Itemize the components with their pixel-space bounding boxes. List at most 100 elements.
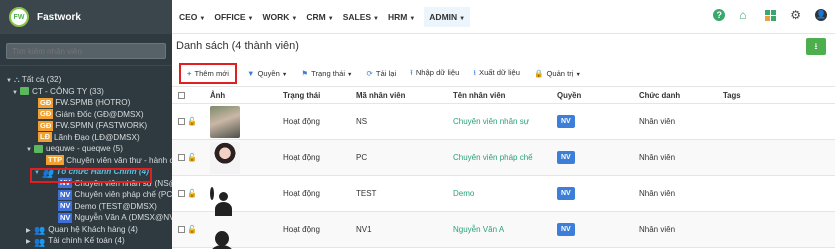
refresh-icon: ⟳ <box>366 68 373 78</box>
caret-down-icon: ▼ <box>327 15 334 22</box>
caret-down-icon: ▼ <box>281 71 288 78</box>
col-title: Chức danh <box>639 90 681 100</box>
title-cell: Nhân viên <box>639 117 676 126</box>
tree-node-tai-chinh-ke-toan[interactable]: ▶ 👥 Tài chính Kế toán (4) <box>0 235 172 247</box>
page-title: Danh sách (4 thành viên) <box>176 40 299 52</box>
row-checkbox[interactable] <box>178 154 185 161</box>
tree-node-nv-demo[interactable]: NV Demo (TEST@DMSX) <box>0 201 172 213</box>
nav-office[interactable]: OFFICE ▼ <box>214 12 253 22</box>
nav-ceo[interactable]: CEO ▼ <box>179 12 205 22</box>
col-tags: Tags <box>723 90 741 100</box>
table-row[interactable]: 🔓 Hoạt động NV1 Nguyễn Văn A NV Nhân viê… <box>172 212 835 248</box>
nav-right-icons: ? ⌂ ⚙ 👤 <box>713 9 827 21</box>
row-checkbox[interactable] <box>178 190 185 197</box>
tree-node-uequwe[interactable]: ▼ uequwe - queqwe (5) <box>0 143 172 155</box>
table-row[interactable]: 🔓 Hoạt động TEST Demo NV Nhân viên <box>172 176 835 212</box>
fastwork-logo-icon: FW <box>9 7 29 27</box>
tree-node-nv-pc[interactable]: NV Chuyên viên pháp chế (PC@ <box>0 189 172 201</box>
table-row[interactable]: 🔓 Hoạt động PC Chuyên viên pháp chế NV N… <box>172 140 835 176</box>
avatar <box>210 105 240 138</box>
role-badge: NV <box>557 223 575 236</box>
unlock-icon[interactable]: 🔓 <box>187 117 197 126</box>
nav-hrm[interactable]: HRM ▼ <box>388 12 415 22</box>
flag-icon: ⚑ <box>301 68 309 78</box>
brand[interactable]: FW Fastwork <box>0 0 172 34</box>
gear-icon[interactable]: ⚙ <box>790 9 801 21</box>
tree-node-fw-spmn[interactable]: GĐ FW.SPMN (FASTWORK) <box>0 120 172 132</box>
row-checkbox[interactable] <box>178 226 185 233</box>
status-cell: Hoạt động <box>283 117 320 126</box>
brand-name: Fastwork <box>37 11 81 23</box>
col-role: Quyền <box>557 90 582 100</box>
download-button[interactable]: ⭳ <box>806 38 826 55</box>
status-cell: Hoạt động <box>283 189 320 198</box>
tree-node-fw-spmb[interactable]: GĐ FW.SPMB (HOTRO) <box>0 97 172 109</box>
nav-work[interactable]: WORK ▼ <box>263 12 298 22</box>
role-badge: NV <box>557 151 575 164</box>
import-button[interactable]: ⭱ Nhập dữ liệu <box>410 67 459 80</box>
filter-icon: ▼ <box>246 68 255 78</box>
status-filter-button[interactable]: ⚑ Trạng thái ▼ <box>301 69 352 78</box>
plus-icon: + <box>187 68 192 78</box>
tree-node-giam-doc[interactable]: GĐ Giám Đốc (GĐ@DMSX) <box>0 109 172 121</box>
table-row[interactable]: 🔓 Hoạt động NS Chuyên viên nhân sự NV Nh… <box>172 104 835 140</box>
select-all-checkbox[interactable] <box>178 91 185 99</box>
add-new-button[interactable]: + Thêm mới <box>179 62 237 84</box>
tree-node-quan-he-khach-hang[interactable]: ▶ 👥 Quan hệ Khách hàng (4) <box>0 224 172 236</box>
admin-menu-button[interactable]: 🔒 Quản trị ▼ <box>534 69 581 78</box>
hierarchy-icon: ⛬ <box>14 75 20 84</box>
tree-node-van-thu[interactable]: TTPChuyên viên văn thư - hành chính <box>0 155 172 167</box>
help-icon[interactable]: ? <box>713 9 726 21</box>
role-filter-button[interactable]: ▼ Quyền ▼ <box>247 69 287 78</box>
status-cell: Hoạt động <box>283 225 320 234</box>
tree-node-all[interactable]: ▼ ⛬ Tất cả (32) <box>0 74 172 86</box>
role-badge: NV <box>557 187 575 200</box>
unlock-icon[interactable]: 🔓 <box>187 189 197 198</box>
employee-table: Ảnh Trạng thái Mã nhân viên Tên nhân viê… <box>172 86 835 248</box>
table-header: Ảnh Trạng thái Mã nhân viên Tên nhân viê… <box>172 86 835 104</box>
unlock-icon[interactable]: 🔓 <box>187 225 197 234</box>
tree-node-nv-nguyen-van-a[interactable]: NV Nguyễn Văn A (DMSX@NV1) <box>0 212 172 224</box>
people-icon: 👥 <box>34 236 46 247</box>
employee-name-link[interactable]: Chuyên viên nhân sự <box>453 117 529 126</box>
caret-down-icon: ▼ <box>247 15 254 22</box>
upload-icon: ⭱ <box>410 67 413 77</box>
nav-admin[interactable]: ADMIN ▼ <box>424 6 471 27</box>
folder-icon <box>34 144 43 153</box>
nav-crm[interactable]: CRM ▼ <box>306 12 333 22</box>
reload-button[interactable]: ⟳ Tải lại <box>367 69 397 78</box>
chevron-right-icon: ▶ <box>26 239 31 245</box>
top-nav: CEO ▼ OFFICE ▼ WORK ▼ CRM ▼ SALES ▼ HRM ▼ ADMI… <box>172 0 835 34</box>
unlock-icon[interactable]: 🔓 <box>187 153 197 162</box>
nav-sales[interactable]: SALES ▼ <box>343 12 379 22</box>
export-button[interactable]: ⭳ Xuất dữ liệu <box>473 67 520 80</box>
code-cell: NS <box>356 117 368 126</box>
caret-down-icon: ▼ <box>199 15 206 22</box>
code-cell: TEST <box>356 189 377 198</box>
col-photo: Ảnh <box>210 90 226 100</box>
apps-grid-icon[interactable] <box>765 9 777 21</box>
tree-node-company[interactable]: ▼ CT - CÔNG TY (33) <box>0 86 172 98</box>
user-icon[interactable]: 👤 <box>815 9 827 21</box>
sidebar: FW Fastwork ▼⛬Tất cả (32) ▼CT - CÔNG TY … <box>0 0 172 249</box>
code-cell: NV1 <box>356 225 372 234</box>
org-tree: ▼ ⛬ Tất cả (32) ▼ CT - CÔNG TY (33) GĐ FW.SP… <box>0 66 172 247</box>
employee-name-link[interactable]: Chuyên viên pháp chế <box>453 153 533 162</box>
caret-down-icon: ▼ <box>575 71 581 78</box>
download-icon: ⭳ <box>473 67 476 77</box>
row-checkbox[interactable] <box>178 118 185 125</box>
avatar <box>210 187 214 200</box>
tree-node-lanh-dao[interactable]: LĐ Lãnh Đạo (LĐ@DMSX) <box>0 132 172 144</box>
title-cell: Nhân viên <box>639 225 676 234</box>
employee-name-link[interactable]: Nguyễn Văn A <box>453 225 504 234</box>
caret-down-icon: ▼ <box>409 15 416 22</box>
code-cell: PC <box>356 153 368 162</box>
employee-search-input[interactable] <box>6 43 166 59</box>
caret-down-icon: ▼ <box>291 15 298 22</box>
title-cell: Nhân viên <box>639 153 676 162</box>
avatar <box>210 141 240 174</box>
caret-down-icon: ▼ <box>373 15 379 22</box>
col-status: Trạng thái <box>283 90 321 100</box>
employee-name-link[interactable]: Demo <box>453 189 474 198</box>
home-icon[interactable]: ⌂ <box>739 9 751 21</box>
